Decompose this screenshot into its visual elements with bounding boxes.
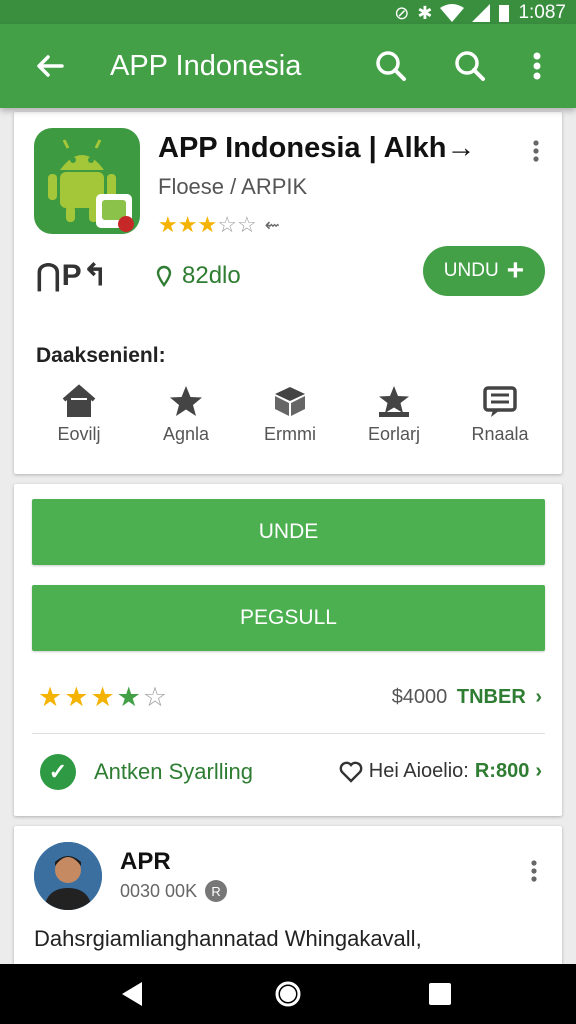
- reviewer-name: APR: [120, 848, 171, 875]
- category-label: Agnla: [162, 424, 210, 444]
- star-filled-icon: ★: [64, 682, 89, 712]
- message-icon: [483, 386, 517, 417]
- no-sim-icon: ⊘: [394, 2, 410, 23]
- category-row: Eovilj Agnla Ermmi Eorlarj Rnaala: [14, 384, 562, 454]
- verified-row[interactable]: ✓ Antken Syarlling: [40, 754, 253, 790]
- price-value: $4000: [391, 686, 448, 708]
- status-bar: ⊘ ✱ 1:087: [0, 0, 576, 24]
- search-icon[interactable]: [369, 44, 413, 88]
- location-value: 82dlo: [182, 262, 241, 289]
- nav-recents-icon[interactable]: [420, 974, 460, 1014]
- plus-icon: +: [506, 254, 525, 287]
- star-icon: [170, 386, 202, 416]
- star-filled-icon: ★: [158, 212, 178, 237]
- wifi-icon: [440, 4, 465, 22]
- star-filled-icon: ★: [116, 682, 141, 712]
- more-vert-icon[interactable]: [515, 44, 559, 88]
- review-text: Dahsrgiamlianghannatad Whingakavall,: [34, 926, 422, 951]
- rating-count: ⇜: [264, 214, 280, 235]
- app-developer: Floese / ARPIK: [158, 174, 308, 199]
- location-pin-icon: [156, 265, 172, 287]
- avatar[interactable]: [34, 842, 102, 910]
- search-icon[interactable]: [448, 44, 492, 88]
- reviewer-count: 0030 00K: [120, 880, 198, 901]
- review-card: APR 0030 00K R Dahsrgiamlianghannatad Wh…: [14, 826, 562, 976]
- reviewer-meta: 0030 00K R: [120, 880, 228, 902]
- star-empty-icon: ☆: [142, 682, 168, 712]
- reviewer-badge: R: [205, 880, 228, 902]
- nav-back-icon[interactable]: [112, 974, 152, 1014]
- star-filled-icon: ★: [197, 212, 218, 237]
- status-time: 1:087: [518, 2, 566, 23]
- app-bar: APP Indonesia: [0, 24, 576, 108]
- actions-card: UNDE PEGSULL ★ ★ ★ ★ ☆ $4000 TNBER › ✓ Antke…: [14, 484, 562, 816]
- category-label: Rnaala: [471, 424, 529, 444]
- android-robot-icon: [48, 139, 134, 232]
- navigation-bar: [0, 964, 576, 1024]
- category-label: Ermmi: [264, 424, 316, 444]
- check-circle-icon: ✓: [40, 754, 76, 790]
- star-filled-icon: ★: [90, 682, 115, 712]
- home-icon: [62, 384, 96, 417]
- category-label: Eorlarj: [367, 424, 420, 444]
- category-item[interactable]: Rnaala: [450, 384, 550, 445]
- app-rating-stars: ★★★☆☆ ⇜: [158, 212, 280, 238]
- back-arrow-icon[interactable]: [30, 46, 70, 86]
- star-empty-icon: ☆: [217, 212, 237, 237]
- battery-icon: [499, 5, 510, 22]
- heart-row[interactable]: Hei Aioelio: R:800 ›: [339, 760, 542, 783]
- install-label: UNDU: [443, 260, 499, 281]
- star-filled-icon: ★: [38, 682, 63, 712]
- install-button[interactable]: UNDU +: [423, 246, 545, 296]
- secondary-action-button[interactable]: PEGSULL: [32, 585, 545, 651]
- price-link: TNBER: [456, 686, 526, 708]
- heart-value: R:800: [474, 760, 530, 782]
- share-icon[interactable]: ⋂P↰: [36, 258, 109, 293]
- signal-icon: [472, 4, 491, 22]
- nav-home-icon[interactable]: [268, 974, 308, 1014]
- category-item[interactable]: Agnla: [136, 384, 236, 445]
- bluetooth-icon: ✱: [417, 2, 433, 23]
- category-item[interactable]: Eorlarj: [344, 384, 444, 445]
- rating-stars: ★★★☆☆: [158, 212, 257, 238]
- section-title: Daaksenienl:: [36, 344, 166, 367]
- more-vert-icon[interactable]: [524, 856, 544, 886]
- category-item[interactable]: Ermmi: [240, 384, 340, 445]
- app-icon[interactable]: [34, 128, 140, 234]
- user-rating-stars[interactable]: ★ ★ ★ ★ ☆: [38, 682, 167, 713]
- app-bar-title: APP Indonesia: [110, 50, 302, 82]
- box-icon: [275, 387, 305, 416]
- chevron-right-icon: ›: [535, 686, 542, 708]
- heart-icon: [339, 761, 363, 783]
- heart-label: Hei Aioelio:: [368, 760, 469, 782]
- price-row[interactable]: $4000 TNBER ›: [392, 686, 542, 709]
- divider: [32, 733, 545, 734]
- category-label: Eovilj: [57, 424, 101, 444]
- category-item[interactable]: Eovilj: [29, 384, 129, 445]
- chevron-right-icon: ›: [535, 760, 542, 782]
- star-empty-icon: ☆: [236, 212, 257, 237]
- person-avatar-icon: [34, 842, 102, 910]
- app-header-card: APP Indonesia | Alkh→ Floese / ARPIK ★★★…: [14, 112, 562, 474]
- verified-text: Antken Syarlling: [94, 759, 253, 784]
- location-info: 82dlo: [156, 262, 241, 290]
- star-filled-icon: ★: [177, 212, 198, 237]
- primary-action-button[interactable]: UNDE: [32, 499, 545, 565]
- award-icon: [379, 386, 409, 417]
- app-name: APP Indonesia | Alkh→: [158, 132, 476, 164]
- more-vert-icon[interactable]: [526, 136, 546, 166]
